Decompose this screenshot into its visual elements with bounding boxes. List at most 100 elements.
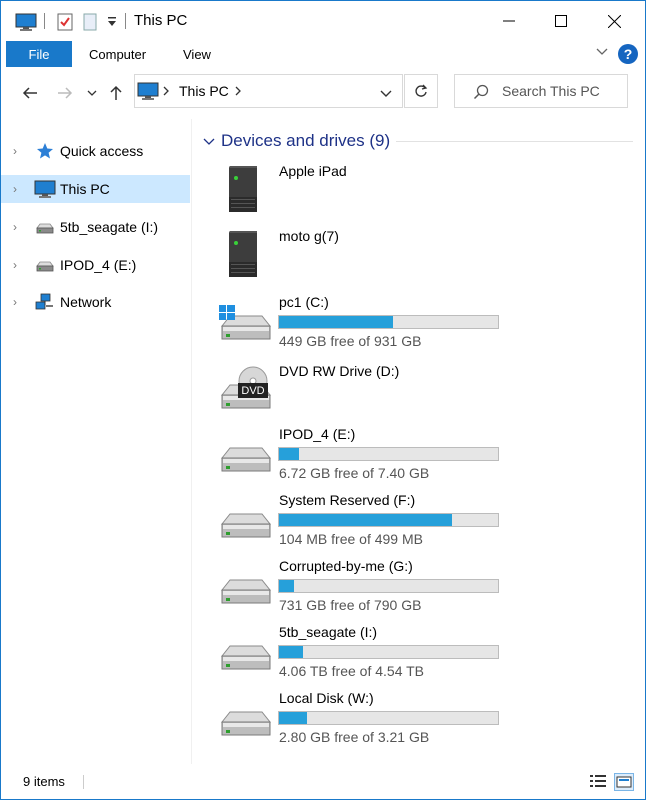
address-segment-this-pc[interactable]: This PC bbox=[179, 83, 229, 99]
expand-chevron-icon[interactable]: › bbox=[13, 295, 25, 309]
refresh-icon bbox=[415, 84, 428, 97]
portable-device-icon bbox=[216, 161, 274, 219]
portable-device-icon bbox=[216, 226, 274, 284]
close-button[interactable] bbox=[591, 1, 637, 41]
free-space-text: 731 GB free of 790 GB bbox=[279, 597, 422, 613]
pane-divider[interactable] bbox=[191, 119, 192, 764]
drive-item-d[interactable]: DVD DVD RW Drive (D:) bbox=[216, 361, 516, 421]
expand-ribbon-button[interactable] bbox=[596, 45, 608, 60]
hard-drive-icon bbox=[216, 424, 274, 482]
details-view-icon bbox=[590, 775, 606, 787]
arrow-left-icon bbox=[22, 87, 37, 99]
tab-computer[interactable]: Computer bbox=[89, 47, 146, 62]
usage-fill bbox=[279, 580, 295, 592]
explorer-window: This PC File Computer View ? This PC Sea… bbox=[0, 0, 646, 800]
details-view-button[interactable] bbox=[589, 774, 607, 791]
drive-icon bbox=[34, 255, 56, 275]
chevron-down-icon[interactable] bbox=[203, 134, 215, 150]
free-space-text: 449 GB free of 931 GB bbox=[279, 333, 422, 349]
network-icon bbox=[34, 292, 56, 312]
new-folder-icon[interactable] bbox=[82, 12, 98, 35]
sidebar-item-this-pc[interactable]: › This PC bbox=[1, 175, 190, 203]
chevron-right-icon[interactable] bbox=[162, 84, 170, 100]
device-item-moto-g7[interactable]: moto g(7) bbox=[216, 226, 516, 286]
expand-chevron-icon[interactable]: › bbox=[13, 258, 25, 272]
arrow-up-icon bbox=[110, 85, 122, 100]
usage-fill bbox=[279, 448, 299, 460]
usage-bar bbox=[278, 447, 499, 461]
group-title: Devices and drives (9) bbox=[221, 131, 391, 150]
hard-drive-icon bbox=[216, 490, 274, 548]
usage-bar bbox=[278, 711, 499, 725]
usage-bar bbox=[278, 579, 499, 593]
drive-item-f[interactable]: System Reserved (F:) 104 MB free of 499 … bbox=[216, 490, 516, 550]
device-name: moto g(7) bbox=[279, 228, 339, 244]
maximize-button[interactable] bbox=[538, 1, 584, 41]
usage-bar bbox=[278, 645, 499, 659]
up-button[interactable] bbox=[105, 81, 127, 105]
ribbon-tabs: File Computer View ? bbox=[1, 41, 645, 69]
title-separator bbox=[125, 13, 126, 29]
search-box[interactable]: Search This PC bbox=[454, 74, 628, 108]
star-icon bbox=[34, 141, 56, 161]
customize-toolbar-icon[interactable] bbox=[106, 15, 118, 31]
hard-drive-icon bbox=[216, 688, 274, 746]
tab-view[interactable]: View bbox=[183, 47, 211, 62]
sidebar-item-quick-access[interactable]: › Quick access bbox=[1, 137, 190, 165]
status-separator bbox=[83, 775, 84, 789]
back-button[interactable] bbox=[19, 81, 41, 105]
drive-name: 5tb_seagate (I:) bbox=[279, 624, 378, 640]
minimize-button[interactable] bbox=[486, 1, 532, 41]
windows-drive-icon bbox=[219, 305, 274, 350]
sidebar-item-ipod-4[interactable]: › IPOD_4 (E:) bbox=[1, 251, 190, 279]
chevron-down-icon bbox=[87, 90, 97, 96]
title-bar: This PC bbox=[1, 1, 645, 41]
refresh-button[interactable] bbox=[404, 74, 438, 108]
free-space-text: 104 MB free of 499 MB bbox=[279, 531, 423, 547]
address-history-button[interactable] bbox=[380, 86, 392, 102]
drive-item-g[interactable]: Corrupted-by-me (G:) 731 GB free of 790 … bbox=[216, 556, 516, 616]
recent-locations-button[interactable] bbox=[85, 81, 99, 105]
device-item-apple-ipad[interactable]: Apple iPad bbox=[216, 161, 516, 221]
status-bar: 9 items bbox=[1, 767, 645, 797]
chevron-right-icon[interactable] bbox=[234, 84, 242, 100]
drive-item-e[interactable]: IPOD_4 (E:) 6.72 GB free of 7.40 GB bbox=[216, 424, 516, 484]
free-space-text: 2.80 GB free of 3.21 GB bbox=[279, 729, 430, 745]
search-placeholder: Search This PC bbox=[502, 83, 600, 99]
navigation-bar: This PC Search This PC bbox=[1, 69, 645, 117]
hard-drive-icon bbox=[216, 622, 274, 680]
item-count: 9 items bbox=[23, 774, 65, 789]
this-pc-icon bbox=[34, 179, 56, 199]
properties-icon[interactable] bbox=[56, 12, 74, 35]
usage-fill bbox=[279, 646, 304, 658]
address-bar[interactable]: This PC bbox=[134, 74, 403, 108]
help-button[interactable]: ? bbox=[618, 44, 638, 64]
sidebar-item-label: 5tb_seagate (I:) bbox=[60, 219, 159, 235]
expand-chevron-icon[interactable]: › bbox=[13, 220, 25, 234]
drive-name: pc1 (C:) bbox=[279, 294, 329, 310]
group-header-devices[interactable]: Devices and drives (9) bbox=[201, 129, 635, 155]
drive-name: DVD RW Drive (D:) bbox=[279, 363, 400, 379]
usage-bar bbox=[278, 513, 499, 527]
title-separator bbox=[44, 13, 45, 29]
drive-name: Local Disk (W:) bbox=[279, 690, 374, 706]
svg-text:DVD: DVD bbox=[241, 385, 264, 397]
tiles-view-button[interactable] bbox=[614, 773, 634, 791]
maximize-icon bbox=[555, 15, 567, 27]
chevron-down-icon bbox=[596, 48, 608, 55]
this-pc-icon[interactable] bbox=[15, 12, 37, 35]
forward-button[interactable] bbox=[54, 81, 76, 105]
arrow-right-icon bbox=[58, 87, 73, 99]
drive-item-i[interactable]: 5tb_seagate (I:) 4.06 TB free of 4.54 TB bbox=[216, 622, 516, 682]
drive-icon bbox=[34, 217, 56, 237]
expand-chevron-icon[interactable]: › bbox=[13, 144, 25, 158]
drive-item-w[interactable]: Local Disk (W:) 2.80 GB free of 3.21 GB bbox=[216, 688, 516, 748]
sidebar-item-5tb-seagate[interactable]: › 5tb_seagate (I:) bbox=[1, 213, 190, 241]
free-space-text: 4.06 TB free of 4.54 TB bbox=[279, 663, 425, 679]
dvd-drive-icon: DVD bbox=[216, 366, 274, 419]
close-icon bbox=[607, 14, 621, 28]
expand-chevron-icon[interactable]: › bbox=[13, 182, 25, 196]
sidebar-item-network[interactable]: › Network bbox=[1, 288, 190, 316]
tab-file[interactable]: File bbox=[6, 41, 72, 67]
drive-item-c[interactable]: pc1 (C:) 449 GB free of 931 GB bbox=[216, 292, 516, 352]
